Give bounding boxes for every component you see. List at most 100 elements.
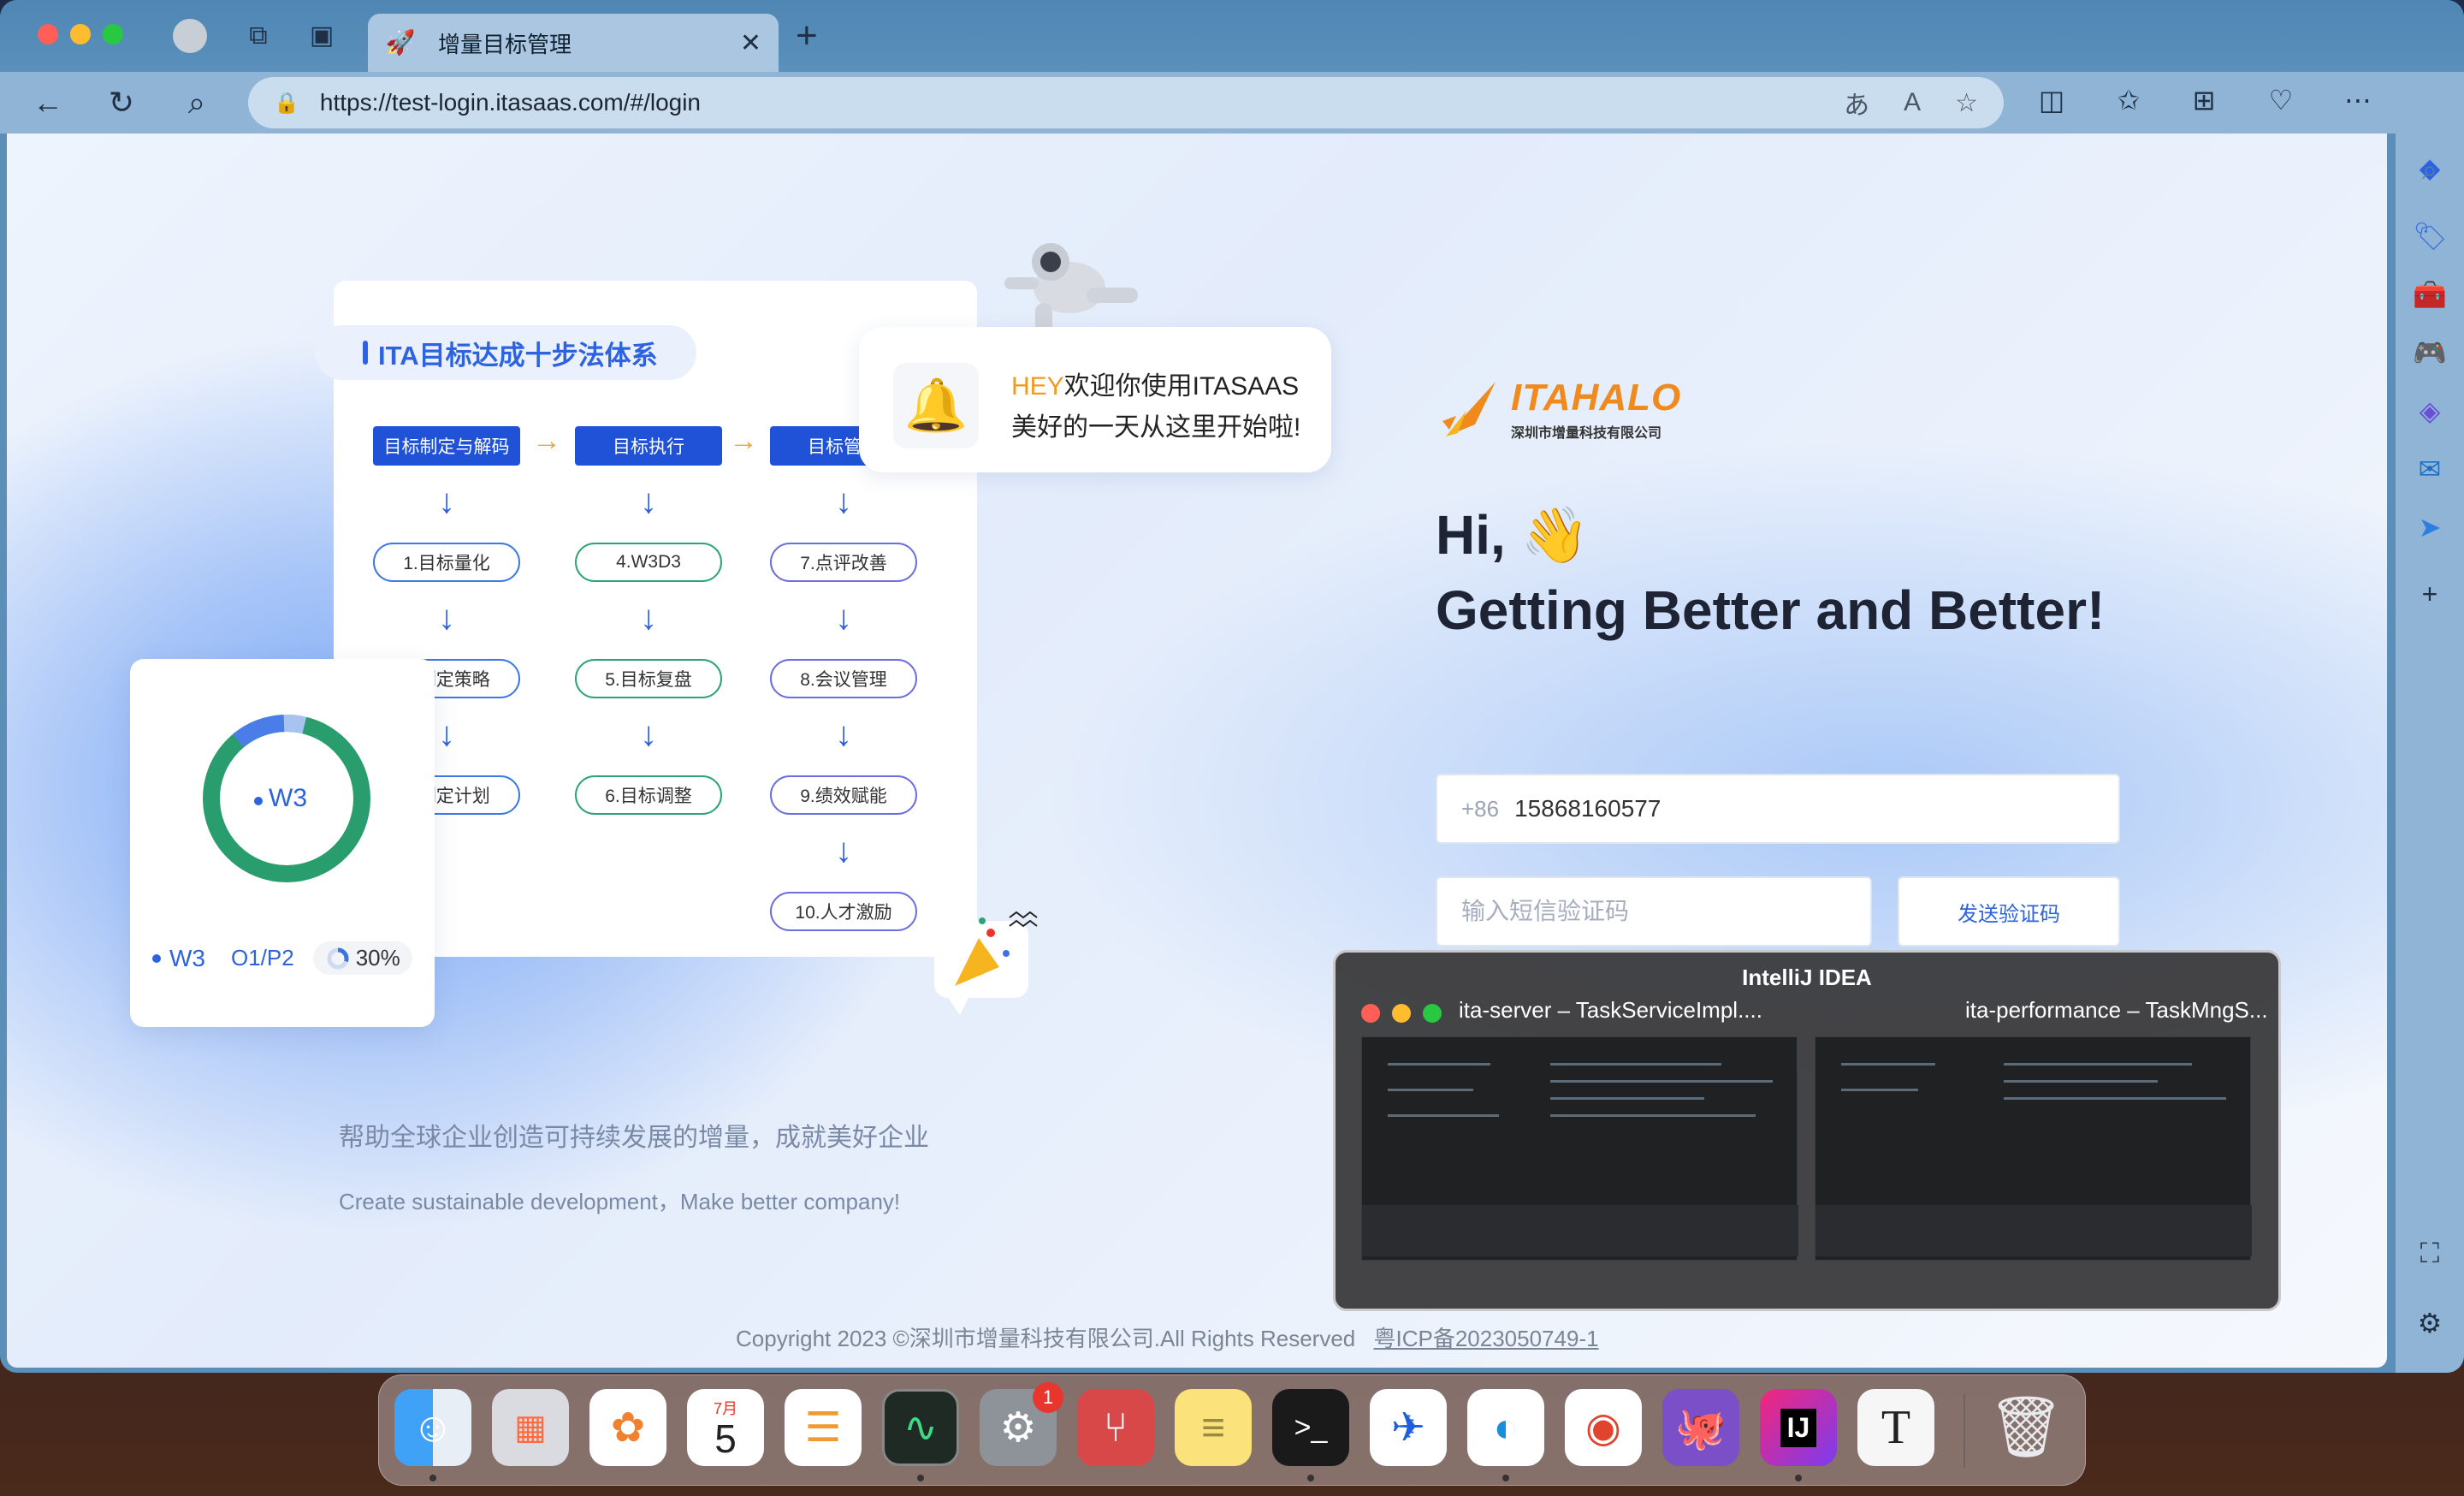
welcome-text: 欢迎你使用ITASAAS [1063,372,1300,401]
edge-browser-icon[interactable]: ◐ [1467,1389,1544,1466]
w3-code: O1/P2 [231,945,294,971]
code-line [1550,1080,1773,1083]
column-header-execute: 目标执行 [575,426,722,466]
welcome-notification-card: 🔔 HEY欢迎你使用ITASAAS 美好的一天从这里开始啦! [859,327,1331,472]
collections-tabs-icon[interactable]: ⧉ [241,19,275,53]
sidebar-magnifier-icon[interactable]: ⌕ [2413,152,2447,187]
intellij-idea-icon[interactable]: IJ [1760,1389,1837,1466]
tab-close-icon[interactable]: ✕ [740,28,761,58]
typora-icon[interactable]: T [1857,1389,1934,1466]
code-line [1388,1114,1499,1117]
trash-icon[interactable]: 🗑 [1987,1389,2064,1466]
lock-icon[interactable]: 🔒 [274,91,299,116]
browser-toolbar: ← ↻ ⌕ 🔒 https://test-login.itasaas.com/#… [0,72,2464,134]
rocket-logo-icon [1442,382,1496,436]
activity-monitor-icon[interactable]: ∿ [882,1389,959,1466]
down-arrow-icon: ↓ [835,599,852,637]
vertical-tabs-icon[interactable]: ▣ [305,19,339,53]
outlook-icon[interactable]: ✉ [2413,452,2447,486]
bell-icon: 🔔 [893,363,979,448]
favorites-icon[interactable]: ✩ [2110,84,2147,116]
code-line [2004,1097,2226,1100]
search-icon[interactable]: ⌕ [178,84,216,122]
maximize-window-button[interactable] [103,24,123,45]
phone-field[interactable]: +86 15868160577 [1436,774,2120,844]
icp-link[interactable]: 粤ICP备2023050749-1 [1374,1326,1599,1351]
lark-feishu-icon[interactable]: ✈ [1370,1389,1447,1466]
step-item: 9.绩效赋能 [770,775,917,815]
phone-input[interactable]: 15868160577 [1514,795,1661,822]
down-arrow-icon: ↓ [438,599,455,637]
profile-icon[interactable] [173,19,207,53]
new-tab-icon[interactable]: + [796,17,818,55]
down-arrow-icon: ↓ [835,483,852,520]
w3-percent: 30% [355,945,400,971]
window-2-title: ita-performance – TaskMngS... [1965,997,2268,1023]
system-settings-icon[interactable]: ⚙ 1 [980,1382,1063,1466]
settings-gear-icon[interactable]: ⚙ [2413,1306,2447,1340]
read-aloud-icon[interactable]: A [1904,88,1921,117]
window-minimize-icon [1392,1004,1411,1023]
back-icon[interactable]: ← [29,84,67,122]
down-arrow-icon: ↓ [438,483,455,520]
down-arrow-icon: ↓ [835,715,852,753]
microsoft-365-icon[interactable]: ◈ [2413,394,2447,428]
slogan-english: Create sustainable development，Make bett… [339,1189,901,1214]
terminal-icon[interactable]: >_ [1272,1389,1349,1466]
running-indicator [917,1475,924,1481]
favorite-star-icon[interactable]: ☆ [1955,88,1978,118]
window-close-icon [1361,1004,1380,1023]
games-icon[interactable]: 🎮 [2413,335,2447,370]
tools-icon[interactable]: 🧰 [2413,277,2447,312]
github-desktop-icon[interactable]: 🐙 [1662,1389,1739,1466]
w3-percent-pill: 30% [312,941,412,975]
running-indicator [1307,1475,1314,1481]
sms-code-input[interactable] [1436,876,1872,947]
step-item: 4.W3D3 [575,543,722,582]
w3-dot-icon [152,953,161,963]
translate-icon[interactable]: あ [1844,84,1869,122]
step-item: 1.目标量化 [373,543,520,582]
url-text[interactable]: https://test-login.itasaas.com/#/login [320,89,1810,116]
browser-sidebar: ◆ ⌕ 🏷 🧰 🎮 ◈ ✉ ➤ + ⛶ ⚙ [2396,134,2464,1373]
logo-name: ITAHALO [1511,377,1682,419]
calendar-icon[interactable]: 7月 5 [687,1389,764,1466]
step-item: 5.目标复盘 [575,659,722,698]
calendar-day: 5 [714,1416,737,1461]
finder-icon[interactable]: ☺ [394,1389,471,1466]
minimize-window-button[interactable] [70,24,91,45]
photos-icon[interactable]: ✿ [589,1389,666,1466]
welcome-line-2: 美好的一天从这里开始啦! [1011,413,1301,442]
launchpad-icon[interactable]: ▦ [492,1389,569,1466]
window-toolbar-strip [1362,1205,1798,1256]
close-window-button[interactable] [38,24,58,45]
window-console-strip [1815,1205,2252,1256]
switcher-window-1[interactable]: ita-server – TaskServiceImpl.... [1361,995,1806,1303]
screenshot-icon[interactable]: ⛶ [2413,1236,2447,1270]
reminders-icon[interactable]: ☰ [785,1389,862,1466]
send-icon[interactable]: ➤ [2413,510,2447,544]
orange-arrow-icon: → [729,424,758,457]
browser-essentials-icon[interactable]: ♡ [2262,84,2300,116]
address-bar[interactable]: 🔒 https://test-login.itasaas.com/#/login… [248,77,2004,128]
notes-icon[interactable]: ≡ [1175,1389,1252,1466]
step-item: 6.目标调整 [575,775,722,815]
tab-active[interactable]: 🚀 增量目标管理 ✕ [368,14,779,72]
dock-separator [1964,1394,1965,1468]
more-menu-icon[interactable]: ⋯ [2339,84,2377,116]
w3-stats-row: W3 O1/P2 30% [152,941,412,975]
collections-icon[interactable]: ⊞ [2185,84,2223,116]
add-sidebar-app-icon[interactable]: + [2413,577,2447,611]
send-code-button[interactable]: 发送验证码 [1898,876,2120,947]
code-line [1841,1063,1935,1066]
page-footer: Copyright 2023 ©深圳市增量科技有限公司.All Rights R… [736,1321,1599,1353]
tab-title: 增量目标管理 [438,31,572,57]
sourcetree-icon[interactable]: ⑂ [1077,1389,1154,1466]
chrome-icon[interactable]: ◉ [1565,1389,1642,1466]
switcher-window-2[interactable]: ita-performance – TaskMngS... [1815,995,2268,1303]
refresh-icon[interactable]: ↻ [103,84,140,122]
country-code[interactable]: +86 [1461,796,1499,822]
shopping-tag-icon[interactable]: 🏷 [2413,219,2448,253]
split-screen-icon[interactable]: ◫ [2033,84,2070,116]
w3-donut-label: W3 [269,784,307,812]
